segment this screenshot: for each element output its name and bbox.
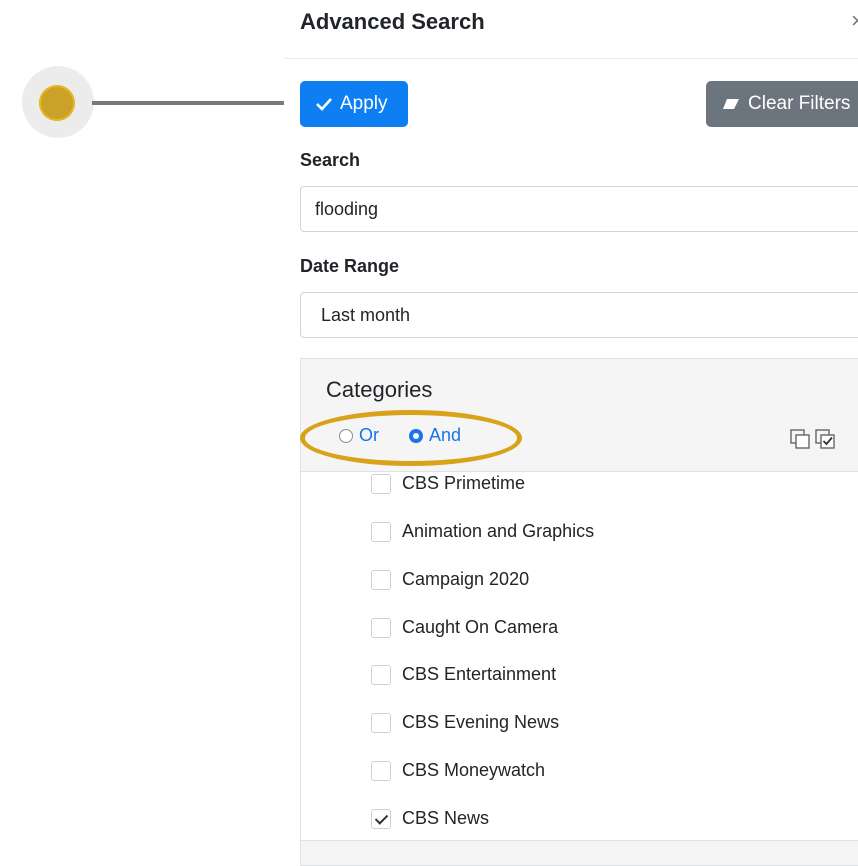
panel-header: Advanced Search ×	[284, 0, 858, 59]
date-range-select[interactable]: Last month	[300, 292, 858, 338]
checkbox[interactable]	[371, 473, 391, 494]
clear-filters-label: Clear Filters	[748, 93, 851, 114]
category-label: CBS News	[402, 808, 490, 828]
list-item[interactable]: CBS Entertainment	[371, 664, 556, 685]
checkbox-checked[interactable]	[371, 808, 391, 829]
list-item[interactable]: Caught On Camera	[371, 617, 558, 638]
category-label: CBS Evening News	[402, 712, 560, 732]
apply-button[interactable]: Apply	[300, 81, 408, 127]
list-item[interactable]: Campaign 2020	[371, 569, 529, 590]
checkbox[interactable]	[371, 712, 391, 733]
category-label: CBS Entertainment	[402, 664, 557, 684]
date-range-label: Date Range	[300, 256, 400, 276]
callout-highlight-ellipse	[300, 410, 522, 466]
category-label: Campaign 2020	[402, 569, 530, 589]
bulk-select-controls	[790, 429, 837, 454]
list-item[interactable]: CBS News	[371, 808, 489, 829]
checkbox[interactable]	[371, 617, 391, 638]
check-icon	[316, 97, 332, 111]
category-label: Caught On Camera	[402, 617, 559, 637]
search-input-value: flooding	[315, 198, 379, 219]
callout-marker	[39, 85, 75, 121]
eraser-icon	[722, 98, 740, 110]
category-label: Animation and Graphics	[402, 521, 595, 541]
select-all-icon[interactable]	[815, 429, 837, 454]
close-icon[interactable]: ×	[851, 8, 858, 34]
clear-filters-button[interactable]: Clear Filters	[706, 81, 858, 127]
panel-title: Advanced Search	[300, 9, 485, 34]
list-item[interactable]: CBS Evening News	[371, 712, 559, 733]
checkbox[interactable]	[371, 521, 391, 542]
apply-button-label: Apply	[340, 93, 388, 114]
deselect-all-icon[interactable]	[790, 429, 812, 454]
search-label: Search	[300, 150, 361, 170]
categories-title: Categories	[326, 377, 433, 402]
callout-connector-line	[92, 101, 299, 105]
list-item[interactable]: CBS Moneywatch	[371, 760, 545, 781]
list-item[interactable]: Animation and Graphics	[371, 521, 594, 542]
category-list: CBS Primetime Animation and Graphics Cam…	[301, 471, 858, 841]
checkbox[interactable]	[371, 760, 391, 781]
category-label: CBS Moneywatch	[402, 760, 546, 780]
date-range-value: Last month	[321, 304, 411, 325]
search-input[interactable]: flooding	[300, 186, 858, 232]
checkbox[interactable]	[371, 569, 391, 590]
category-label: CBS Primetime	[402, 473, 526, 493]
checkbox[interactable]	[371, 664, 391, 685]
list-item[interactable]: CBS Primetime	[371, 473, 525, 494]
